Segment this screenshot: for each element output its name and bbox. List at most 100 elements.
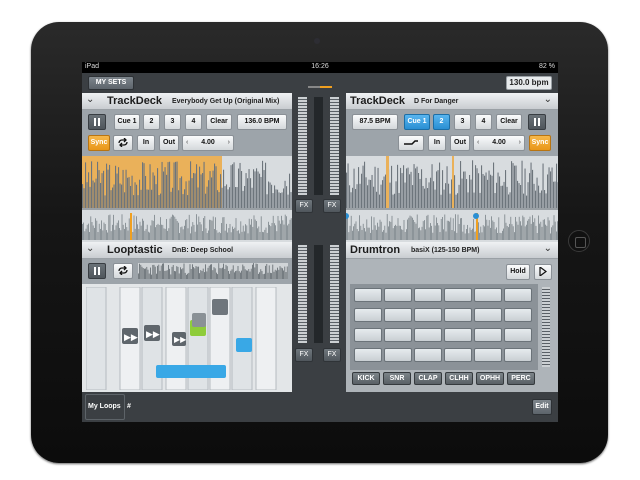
drum-label-perc[interactable]: PERC [507,372,535,385]
drum-pad[interactable] [444,348,472,362]
drum-pad[interactable] [444,308,472,322]
drum-pad[interactable] [414,328,442,342]
deck-left-header[interactable]: ⌄ TrackDeck Everybody Get Up (Original M… [82,93,292,110]
loop-columns: ▶▶ ▶▶ ▶▶ [85,286,277,391]
fx-button-left[interactable]: FX [295,199,313,213]
bottom-bar: My Loops # Edit [82,392,558,422]
chevron-down-icon[interactable]: ⌄ [544,94,552,105]
drum-level-meter [542,287,550,367]
pause-icon[interactable] [88,263,106,279]
drum-pad[interactable] [384,288,412,302]
drum-pad[interactable] [414,308,442,322]
chevron-right-icon[interactable]: › [228,136,230,150]
chevron-down-icon[interactable]: ⌄ [86,94,94,105]
loop-length-stepper[interactable]: ‹ 4.00 › [182,135,234,151]
pause-icon[interactable] [528,114,546,130]
fx-button-right[interactable]: FX [323,348,341,362]
deck-left-bpm[interactable]: 136.0 BPM [237,114,287,130]
loop-in-button[interactable]: In [137,135,155,151]
loop-waveform [138,263,288,279]
deck-left-waveform[interactable] [82,156,292,242]
clear-button[interactable]: Clear [496,114,522,130]
sync-button[interactable]: Sync [88,135,110,151]
my-loops-button[interactable]: My Loops # [85,394,131,420]
level-meter-left [298,97,307,195]
deck-left-controls: Cue 1 2 3 4 Clear 136.0 BPM Sync In Out … [82,110,292,156]
home-button[interactable] [568,230,590,252]
chevron-left-icon[interactable]: ‹ [477,136,479,150]
looptastic-header[interactable]: ⌄ Looptastic DnB: Deep School [82,242,292,259]
pitch-bend-icon[interactable] [398,135,424,151]
chevron-down-icon[interactable]: ⌄ [544,243,552,254]
drum-label-clap[interactable]: CLAP [414,372,442,385]
top-bar: MY SETS 130.0 bpm [82,73,558,93]
drum-pad[interactable] [504,348,532,362]
fader-track[interactable] [314,97,323,195]
drum-pad[interactable] [504,288,532,302]
drum-pad[interactable] [414,348,442,362]
hold-button[interactable]: Hold [506,264,530,280]
loop-grid[interactable]: ▶▶ ▶▶ ▶▶ [85,286,288,391]
play-icon[interactable] [534,264,552,280]
drum-pad[interactable] [444,288,472,302]
app-screen: iPad 16:26 82 % MY SETS 130.0 bpm ⌄ Trac… [82,62,558,422]
deck-right-waveform[interactable] [346,156,558,242]
cue-1-button[interactable]: Cue 1 [404,114,430,130]
drum-pad[interactable] [354,288,382,302]
chevron-right-icon[interactable]: › [519,136,521,150]
clock: 16:26 [311,63,329,70]
cue-4-button[interactable]: 4 [185,114,202,130]
drum-label-clhh[interactable]: CLHH [445,372,473,385]
drumtron-kit: basiX (125-150 BPM) [411,247,480,254]
loop-out-button[interactable]: Out [159,135,179,151]
drum-label-snr[interactable]: SNR [383,372,411,385]
drum-pad[interactable] [444,328,472,342]
cue-4-button[interactable]: 4 [475,114,492,130]
cue-2-button[interactable]: 2 [433,114,450,130]
fader-track[interactable] [314,245,323,343]
sync-button[interactable]: Sync [529,135,551,151]
edit-button[interactable]: Edit [532,399,552,415]
drum-pad[interactable] [504,308,532,322]
drum-pad[interactable] [474,348,502,362]
cue-3-button[interactable]: 3 [164,114,181,130]
cue-2-button[interactable]: 2 [143,114,160,130]
drum-pad[interactable] [354,348,382,362]
loop-icon[interactable] [113,135,133,151]
deck-right-track: D For Danger [414,98,459,105]
pause-icon[interactable] [88,114,106,130]
drum-label-ophh[interactable]: OPHH [476,372,504,385]
drum-pad[interactable] [414,288,442,302]
drum-pad[interactable] [384,348,412,362]
chevron-left-icon[interactable]: ‹ [186,136,188,150]
drumtron-header[interactable]: Drumtron basiX (125-150 BPM) ⌄ [346,242,558,259]
deck-left: ⌄ TrackDeck Everybody Get Up (Original M… [82,93,292,242]
my-sets-button[interactable]: MY SETS [88,76,134,90]
clear-button[interactable]: Clear [206,114,232,130]
drum-label-kick[interactable]: KICK [352,372,380,385]
drum-pad[interactable] [474,288,502,302]
fx-button-left[interactable]: FX [295,348,313,362]
drum-pad[interactable] [474,308,502,322]
svg-text:▶▶: ▶▶ [124,332,138,342]
cue-3-button[interactable]: 3 [454,114,471,130]
master-bpm[interactable]: 130.0 bpm [506,76,552,90]
loop-icon[interactable] [113,263,133,279]
deck-left-track: Everybody Get Up (Original Mix) [172,98,280,105]
drum-pad[interactable] [354,328,382,342]
deck-right-header[interactable]: TrackDeck D For Danger ⌄ [346,93,558,110]
fx-button-right[interactable]: FX [323,199,341,213]
drum-pad[interactable] [384,328,412,342]
loop-length-stepper[interactable]: ‹ 4.00 › [473,135,525,151]
cue-1-button[interactable]: Cue 1 [114,114,140,130]
deck-right-bpm[interactable]: 87.5 BPM [352,114,398,130]
drum-pad[interactable] [354,308,382,322]
loop-in-button[interactable]: In [428,135,446,151]
loop-out-button[interactable]: Out [450,135,470,151]
drum-pad[interactable] [474,328,502,342]
chevron-down-icon[interactable]: ⌄ [86,243,94,254]
deck-right-title: TrackDeck [350,95,406,107]
drum-pad[interactable] [384,308,412,322]
my-loops-label: My Loops [88,403,121,410]
drum-pad[interactable] [504,328,532,342]
